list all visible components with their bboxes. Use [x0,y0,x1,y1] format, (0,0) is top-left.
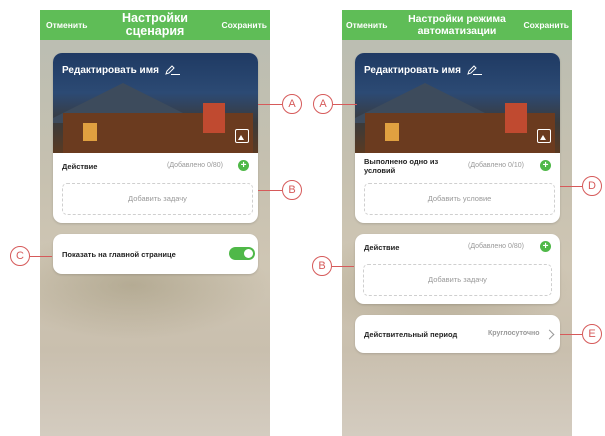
callout-leader [30,256,52,257]
save-button[interactable]: Сохранить [523,20,569,30]
cancel-button[interactable]: Отменить [46,20,88,30]
pencil-icon[interactable] [466,65,483,76]
page-title: Настройки режима автоматизации [398,13,516,37]
action-count: (Добавлено 0/80) [167,162,223,169]
condition-count: (Добавлено 0/10) [468,162,524,169]
show-on-home-label: Показать на главной странице [62,250,176,259]
valid-period-value: Круглосуточно [488,330,540,337]
callout-d: D [582,176,602,196]
cover-image[interactable]: Редактировать имя [355,53,560,153]
valid-period-card[interactable]: Действительный период Круглосуточно [355,315,560,353]
edit-name-label: Редактировать имя [364,65,461,76]
add-condition-button[interactable]: Добавить условие [364,183,555,215]
window-shape [505,103,527,133]
add-action-plus-icon[interactable]: + [540,241,551,252]
chevron-right-icon [544,329,555,340]
condition-label: Выполнено одно из условий [364,157,439,175]
callout-a-right: A [313,94,333,114]
callout-e: E [582,324,602,344]
action-label: Действие [364,243,400,252]
add-task-button[interactable]: Добавить задачу [62,183,253,215]
scenario-settings-screen: Отменить Настройки сценария Сохранить Ре… [40,10,270,436]
save-button[interactable]: Сохранить [221,20,267,30]
title-line-1: Настройки режима [408,13,506,25]
add-condition-plus-icon[interactable]: + [540,160,551,171]
title-line-2: сценария [125,24,185,38]
pencil-icon[interactable] [164,65,181,76]
edit-name-row[interactable]: Редактировать имя [62,65,181,76]
title-line-2: автоматизации [417,25,497,37]
image-icon[interactable] [537,129,551,143]
callout-b-left: B [282,180,302,200]
callout-c: C [10,246,30,266]
callout-a-left: A [282,94,302,114]
callout-leader [333,104,357,105]
action-card: Действие (Добавлено 0/80) + Добавить зад… [355,234,560,304]
callout-leader [560,334,582,335]
action-label: Действие [62,162,98,171]
callout-leader [560,186,582,187]
callout-leader [332,266,354,267]
show-on-home-toggle[interactable] [229,247,255,260]
header-bar: Отменить Настройки режима автоматизации … [342,10,572,40]
show-on-home-card: Показать на главной странице [53,234,258,274]
image-icon[interactable] [235,129,249,143]
automation-settings-screen: Отменить Настройки режима автоматизации … [342,10,572,436]
callout-leader [258,104,282,105]
add-task-button[interactable]: Добавить задачу [363,264,552,296]
cover-image[interactable]: Редактировать имя [53,53,258,153]
valid-period-label: Действительный период [364,330,458,339]
callout-leader [258,190,282,191]
window-shape [385,123,399,141]
page-title: Настройки сценария [98,12,212,38]
callout-b-right: B [312,256,332,276]
add-action-plus-icon[interactable]: + [238,160,249,171]
header-bar: Отменить Настройки сценария Сохранить [40,10,270,40]
edit-name-row[interactable]: Редактировать имя [364,65,483,76]
window-shape [203,103,225,133]
action-count: (Добавлено 0/80) [468,243,524,250]
window-shape [83,123,97,141]
cancel-button[interactable]: Отменить [346,20,388,30]
edit-name-label: Редактировать имя [62,65,159,76]
